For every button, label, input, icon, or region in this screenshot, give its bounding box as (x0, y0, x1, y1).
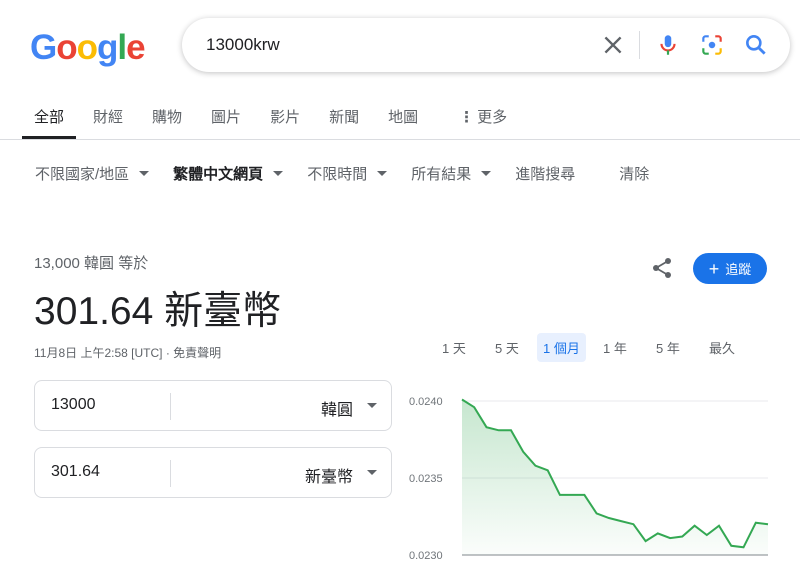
exchange-rate-chart[interactable]: 0.0240 0.0235 0.0230 (405, 385, 775, 570)
filter-language-label: 繁體中文網頁 (173, 166, 264, 183)
dropdown-caret-icon[interactable] (367, 470, 377, 475)
filter-time-label: 不限時間 (307, 166, 368, 183)
tab-news[interactable]: 新聞 (317, 100, 371, 139)
y-tick-label: 0.0230 (409, 550, 443, 562)
logo-letter: o (76, 28, 98, 67)
filter-language[interactable]: 繁體中文網頁 (173, 163, 284, 184)
dropdown-caret-icon (273, 171, 284, 176)
follow-button[interactable]: + 追蹤 (693, 253, 767, 284)
tab-more[interactable]: ⋮ 更多 (447, 100, 519, 139)
filter-results-label: 所有結果 (411, 166, 472, 183)
range-tab-max[interactable]: 最久 (703, 333, 741, 362)
range-tab-1m[interactable]: 1 個月 (537, 333, 586, 362)
filter-region-label: 不限國家/地區 (35, 166, 130, 183)
logo-letter: o (56, 28, 77, 67)
from-currency-box: 13000 韓圓 (34, 380, 392, 431)
tab-maps[interactable]: 地圖 (376, 100, 430, 139)
share-icon[interactable] (650, 256, 674, 280)
converter-divider (170, 393, 171, 420)
search-divider (639, 31, 640, 59)
search-filters: 不限國家/地區 繁體中文網頁 不限時間 所有結果 進階搜尋 清除 (35, 163, 649, 184)
from-amount-input[interactable]: 13000 (51, 396, 96, 414)
tab-images[interactable]: 圖片 (199, 100, 253, 139)
more-vert-icon: ⋮ (459, 109, 475, 126)
tab-shopping[interactable]: 購物 (140, 100, 194, 139)
tab-videos[interactable]: 影片 (258, 100, 312, 139)
search-tabs: 全部 財經 購物 圖片 影片 新聞 地圖 ⋮ 更多 (22, 100, 524, 139)
search-input[interactable]: 13000krw (206, 35, 280, 55)
tab-all[interactable]: 全部 (22, 100, 77, 139)
follow-button-label: 追蹤 (725, 262, 752, 277)
dropdown-caret-icon[interactable] (367, 403, 377, 408)
clear-filters-link[interactable]: 清除 (619, 163, 649, 184)
dropdown-caret-icon (139, 171, 150, 176)
logo-letter: G (30, 28, 57, 67)
dropdown-caret-icon (377, 171, 388, 176)
logo-letter: g (97, 28, 118, 67)
search-icon[interactable] (743, 32, 769, 58)
range-tab-5d[interactable]: 5 天 (489, 333, 525, 362)
plus-icon: + (708, 258, 720, 279)
google-logo[interactable]: Google (30, 28, 146, 68)
y-tick-label: 0.0240 (409, 396, 443, 408)
range-tab-1y[interactable]: 1 年 (597, 333, 633, 362)
range-tab-1d[interactable]: 1 天 (436, 333, 472, 362)
y-tick-label: 0.0235 (409, 473, 443, 485)
advanced-search-link[interactable]: 進階搜尋 (515, 163, 575, 184)
dropdown-caret-icon (481, 171, 492, 176)
conversion-result: 301.64 新臺幣 (34, 290, 282, 333)
lens-icon[interactable] (699, 32, 725, 58)
filter-region[interactable]: 不限國家/地區 (35, 163, 150, 184)
to-currency-box: 301.64 新臺幣 (34, 447, 392, 498)
to-amount-input[interactable]: 301.64 (51, 463, 100, 481)
logo-letter: e (126, 28, 145, 67)
range-tab-5y[interactable]: 5 年 (650, 333, 686, 362)
tab-more-label: 更多 (477, 109, 508, 126)
filter-time[interactable]: 不限時間 (307, 163, 388, 184)
logo-letter: l (117, 28, 127, 67)
to-currency-select[interactable]: 新臺幣 (305, 463, 353, 487)
tab-finance[interactable]: 財經 (81, 100, 135, 139)
mic-icon[interactable] (655, 32, 681, 58)
converter-divider (170, 460, 171, 487)
from-currency-select[interactable]: 韓圓 (321, 396, 353, 420)
tabs-divider (0, 139, 800, 140)
close-icon[interactable] (600, 32, 626, 58)
conversion-timestamp: 11月8日 上午2:58 [UTC] · 免責聲明 (34, 346, 222, 360)
conversion-equals-text: 13,000 韓圓 等於 (34, 255, 149, 272)
filter-results[interactable]: 所有結果 (411, 163, 492, 184)
search-box[interactable]: 13000krw (182, 18, 790, 72)
